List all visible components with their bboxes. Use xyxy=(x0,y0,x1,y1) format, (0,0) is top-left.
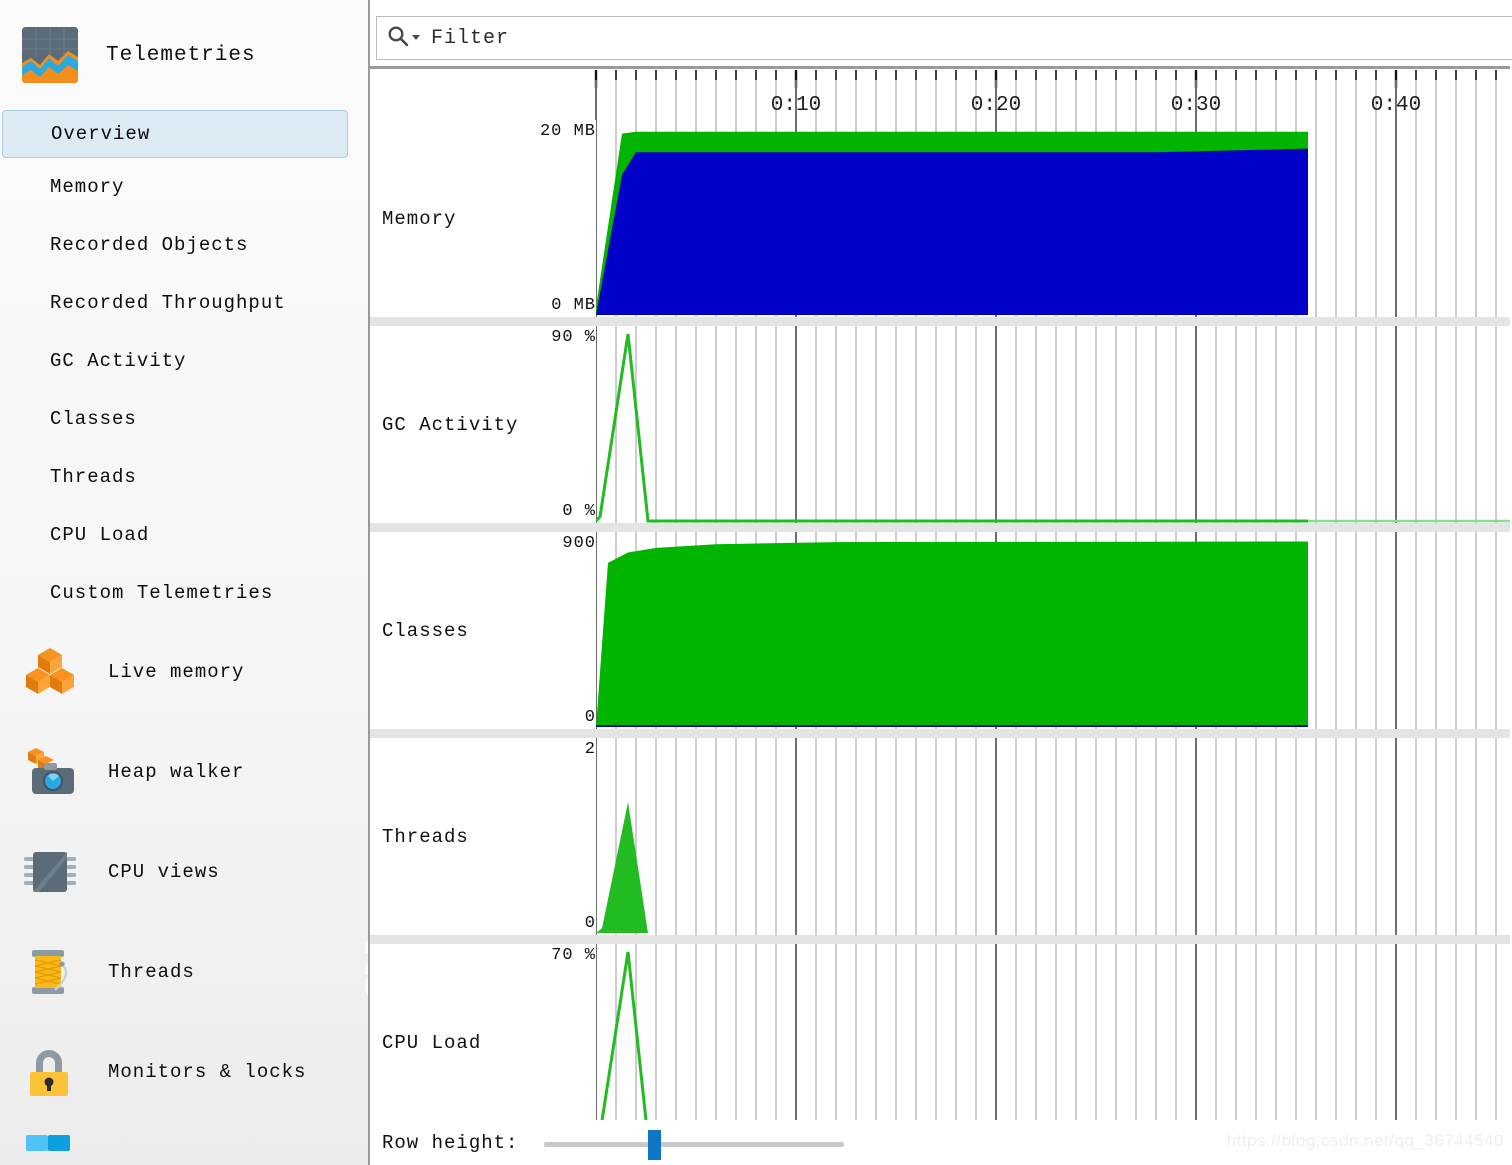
sidebar-item-custom-telemetries[interactable]: Custom Telemetries xyxy=(0,564,368,622)
row-height-bar: Row height: xyxy=(370,1120,1510,1165)
sidebar-item-label: Monitors & locks xyxy=(108,1061,307,1083)
camera-icon xyxy=(22,744,78,800)
sidebar-item-label: Memory xyxy=(50,176,125,198)
chip-icon xyxy=(22,844,78,900)
y-tick-top: 90 % xyxy=(551,328,596,347)
sidebar-item-label: Custom Telemetries xyxy=(50,582,274,604)
chart-memory-labels: Memory 20 MB 0 MB xyxy=(370,120,596,317)
svg-text:0:30: 0:30 xyxy=(1171,94,1221,117)
slider-track[interactable] xyxy=(544,1141,845,1147)
y-tick-bottom: 0 xyxy=(584,708,596,727)
chart-row-title: GC Activity xyxy=(382,413,519,436)
telemetries-icon xyxy=(22,27,78,83)
sidebar-item-cpu-load[interactable]: CPU Load xyxy=(0,506,368,564)
chevron-down-icon[interactable] xyxy=(411,29,421,47)
chart-divider xyxy=(370,317,1510,326)
svg-text:0:40: 0:40 xyxy=(1371,94,1421,117)
sidebar: JProfiler Telemetries Overview Memory Re… xyxy=(0,0,370,1165)
chart-memory-plot[interactable] xyxy=(596,120,1510,317)
sidebar-item-gc-activity[interactable]: GC Activity xyxy=(0,332,368,390)
sidebar-item-label: Overview xyxy=(51,123,151,145)
sidebar-item-threads[interactable]: Threads xyxy=(0,448,368,506)
chart-threads[interactable]: Threads 2 0 xyxy=(370,738,1510,935)
sidebar-item-label: Classes xyxy=(50,408,137,430)
chart-cpu-plot[interactable] xyxy=(596,944,1510,1141)
y-tick-bottom: 0 MB xyxy=(551,296,596,315)
chart-threads-labels: Threads 2 0 xyxy=(370,738,596,935)
filter-input[interactable]: Filter xyxy=(431,27,509,50)
telemetry-charts: 0:10 0:20 0:30 0:40 Memory 20 MB 0 MB GC Ac… xyxy=(370,68,1510,1150)
jprofiler-window: JProfiler Telemetries Overview Memory Re… xyxy=(0,0,1512,1165)
chart-classes[interactable]: Classes 900 0 xyxy=(370,532,1510,729)
y-tick-top: 2 xyxy=(584,740,596,759)
chart-gc-plot[interactable] xyxy=(596,326,1510,523)
sidebar-item-overview[interactable]: Overview xyxy=(2,110,348,158)
y-tick-top: 900 xyxy=(562,534,596,553)
row-height-label: Row height: xyxy=(382,1131,519,1154)
chart-threads-plot[interactable] xyxy=(596,738,1510,935)
chart-row-title: Memory xyxy=(382,207,457,230)
sidebar-header-telemetries[interactable]: Telemetries xyxy=(0,0,368,110)
sidebar-item-label: Threads xyxy=(50,466,137,488)
chart-cpu-labels: CPU Load 70 % 0 % xyxy=(370,944,596,1141)
padlock-icon xyxy=(22,1044,78,1100)
sidebar-item-label: GC Activity xyxy=(50,350,187,372)
chart-row-title: CPU Load xyxy=(382,1031,482,1054)
sidebar-item-recorded-objects[interactable]: Recorded Objects xyxy=(0,216,368,274)
time-axis: 0:10 0:20 0:30 0:40 xyxy=(370,68,1510,120)
sidebar-item-label: CPU Load xyxy=(50,524,150,546)
svg-text:0:20: 0:20 xyxy=(971,94,1021,117)
y-tick-top: 20 MB xyxy=(539,122,596,141)
row-height-slider[interactable] xyxy=(544,1128,845,1160)
chart-cpu-load[interactable]: CPU Load 70 % 0 % xyxy=(370,944,1510,1141)
sidebar-header-label: Telemetries xyxy=(106,43,256,67)
chart-gc-activity[interactable]: GC Activity 90 % 0 % xyxy=(370,326,1510,523)
sidebar-item-memory[interactable]: Memory xyxy=(0,158,368,216)
chart-divider xyxy=(370,729,1510,738)
slider-thumb[interactable] xyxy=(648,1129,662,1160)
sidebar-item-classes[interactable]: Classes xyxy=(0,390,368,448)
filter-bar[interactable]: Filter xyxy=(376,16,1512,60)
sidebar-item-label: Live memory xyxy=(108,661,245,683)
y-tick-bottom: 0 % xyxy=(562,502,596,521)
search-icon[interactable] xyxy=(387,25,409,52)
cubes-icon xyxy=(22,644,78,700)
sidebar-item-databases-partial[interactable] xyxy=(22,1135,78,1165)
main-panel: Filter 0:10 0:20 0:30 0:40 Memory 20 MB 0 M… xyxy=(370,0,1512,1165)
chart-divider xyxy=(370,935,1510,944)
y-tick-top: 70 % xyxy=(551,946,596,965)
chart-classes-plot[interactable] xyxy=(596,532,1510,729)
sidebar-item-heap-walker[interactable]: Heap walker xyxy=(0,722,368,822)
time-axis-ticks: 0:10 0:20 0:30 0:40 xyxy=(370,68,1510,120)
sidebar-item-monitors-locks[interactable]: Monitors & locks xyxy=(0,1022,368,1122)
sidebar-item-label: Heap walker xyxy=(108,761,245,783)
y-tick-bottom: 0 xyxy=(584,914,596,933)
sidebar-item-threads-main[interactable]: Threads xyxy=(0,922,368,1022)
sidebar-item-label: Recorded Objects xyxy=(50,234,249,256)
spool-icon xyxy=(22,944,78,1000)
chart-classes-labels: Classes 900 0 xyxy=(370,532,596,729)
sidebar-item-live-memory[interactable]: Live memory xyxy=(0,622,368,722)
sidebar-item-label: Threads xyxy=(108,961,195,983)
chart-divider xyxy=(370,523,1510,532)
chart-memory[interactable]: Memory 20 MB 0 MB xyxy=(370,120,1510,317)
chart-row-title: Threads xyxy=(382,825,469,848)
chart-gc-labels: GC Activity 90 % 0 % xyxy=(370,326,596,523)
sidebar-item-cpu-views[interactable]: CPU views xyxy=(0,822,368,922)
sidebar-item-recorded-throughput[interactable]: Recorded Throughput xyxy=(0,274,368,332)
sidebar-item-label: Recorded Throughput xyxy=(50,292,286,314)
sidebar-item-label: CPU views xyxy=(108,861,220,883)
svg-text:0:10: 0:10 xyxy=(771,94,821,117)
chart-row-title: Classes xyxy=(382,619,469,642)
